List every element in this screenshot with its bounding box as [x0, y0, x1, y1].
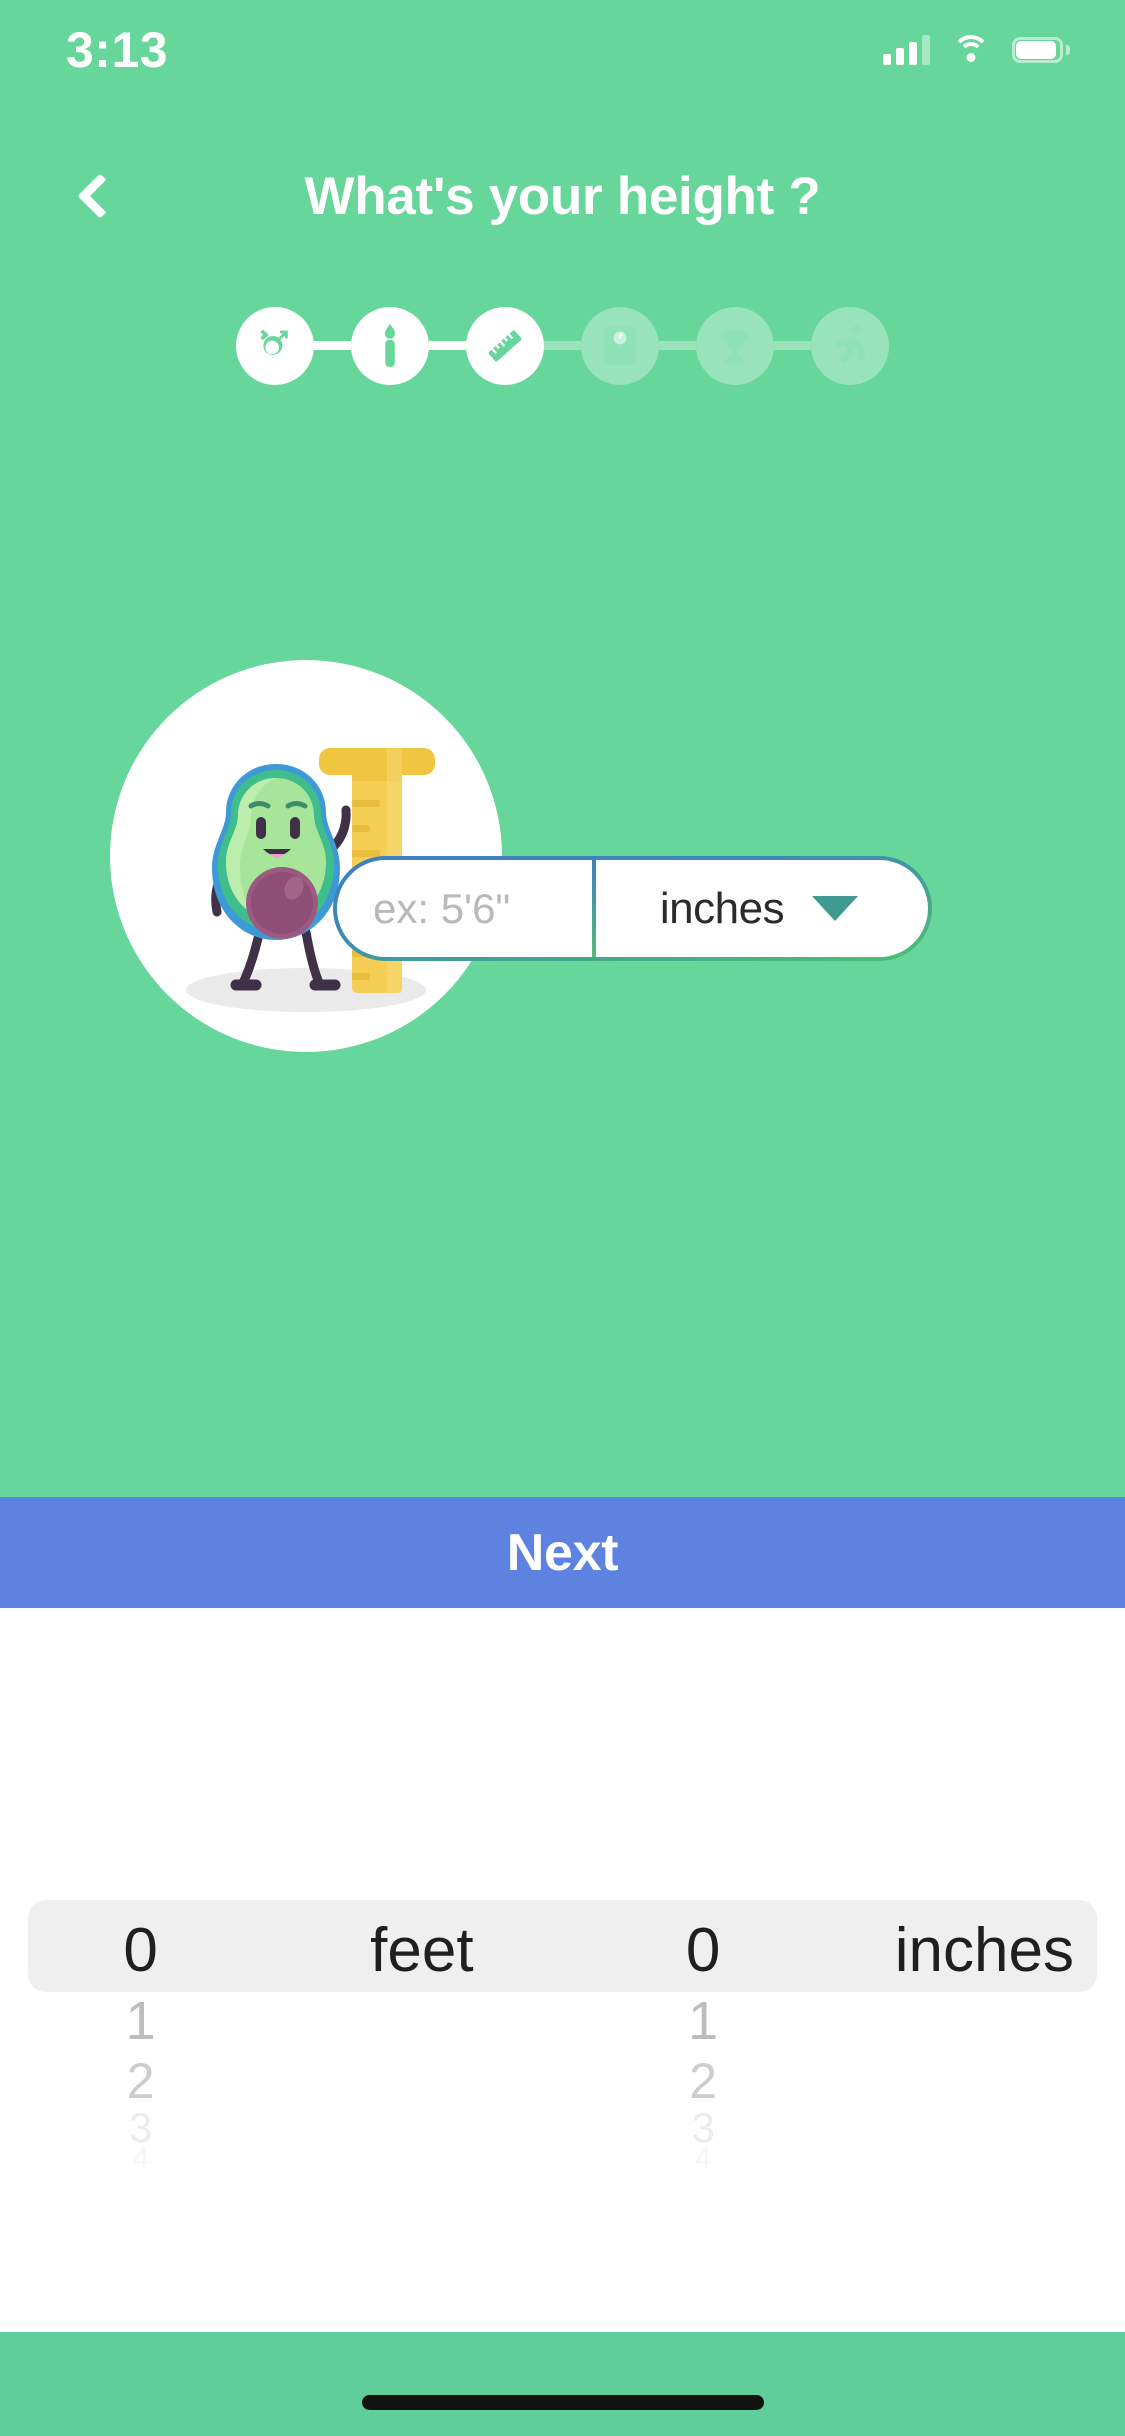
status-icons	[883, 35, 1070, 65]
status-bar: 3:13	[0, 0, 1125, 100]
step-goal[interactable]	[696, 306, 774, 385]
picker-row[interactable]: 22	[0, 2052, 1125, 2110]
battery-icon	[1012, 37, 1070, 63]
picker-row[interactable]: 0 feet 0 inches	[0, 1915, 1125, 1986]
chevron-down-icon	[812, 896, 859, 921]
step-height[interactable]	[466, 306, 544, 385]
picker-feet-unit: feet	[370, 1916, 474, 1985]
picker-inches-value[interactable]: 2	[563, 2052, 844, 2110]
picker-feet-value[interactable]: 2	[0, 2052, 281, 2110]
illustration-row: inches	[0, 660, 1125, 1060]
stepper-connector	[659, 341, 696, 350]
weight-scale-icon	[603, 326, 637, 365]
chevron-left-icon	[77, 173, 123, 219]
picker-feet-value[interactable]: 0	[0, 1915, 281, 1986]
picker-inches-value[interactable]: 0	[563, 1915, 844, 1986]
ruler-icon	[488, 330, 522, 361]
gender-symbols-icon	[260, 329, 288, 355]
wifi-icon	[952, 35, 990, 65]
stepper-connector	[429, 341, 466, 350]
progress-stepper	[0, 283, 1125, 408]
nav-bar: What's your height ?	[0, 150, 1125, 242]
stepper-connector	[774, 341, 811, 350]
picker-inches-unit: inches	[894, 1916, 1074, 1985]
running-person-icon	[835, 324, 866, 363]
next-button[interactable]: Next	[0, 1497, 1125, 1608]
status-time: 3:13	[66, 22, 169, 78]
picker-row[interactable]: 11	[0, 1990, 1125, 2052]
stepper-connector	[314, 341, 351, 350]
step-gender[interactable]	[236, 306, 314, 385]
height-input[interactable]	[337, 860, 592, 957]
home-indicator[interactable]	[361, 2395, 764, 2410]
unit-dropdown[interactable]: inches	[596, 860, 928, 957]
cellular-signal-icon	[883, 35, 930, 65]
picker-feet-value[interactable]: 4	[0, 2142, 281, 2176]
picker-feet-value[interactable]: 1	[0, 1990, 281, 2052]
bottom-bar	[0, 2332, 1125, 2436]
back-button[interactable]	[45, 150, 155, 242]
hero-panel: 3:13 What's your height ? ex: 5'6" inche…	[0, 0, 1125, 1497]
trophy-icon	[721, 330, 749, 363]
next-button-label: Next	[506, 1523, 619, 1582]
unit-label: inches	[659, 883, 785, 933]
picker-inches-value[interactable]: 4	[563, 2142, 844, 2176]
page-title: What's your height ?	[304, 166, 821, 226]
phone-screen: 3:13 What's your height ? ex: 5'6" inche…	[0, 0, 1125, 2436]
step-age[interactable]	[351, 306, 429, 385]
step-weight[interactable]	[581, 306, 659, 385]
step-activity[interactable]	[811, 306, 889, 385]
height-input-pill: inches	[333, 856, 932, 961]
picker-inches-value[interactable]: 1	[563, 1990, 844, 2052]
picker-row[interactable]: 44	[0, 2142, 1125, 2176]
candle-icon	[384, 323, 396, 367]
stepper-connector	[544, 341, 581, 350]
